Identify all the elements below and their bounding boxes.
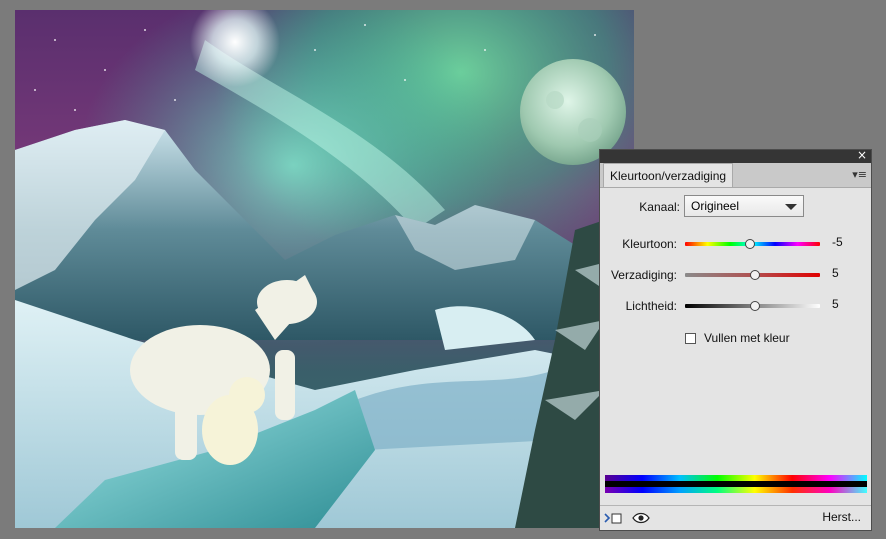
colorize-label[interactable]: Vullen met kleur (704, 331, 790, 345)
hue-slider-thumb[interactable] (744, 239, 755, 249)
lightness-slider-thumb[interactable] (750, 301, 761, 311)
channel-dropdown[interactable]: Origineel (684, 195, 804, 217)
tab-hue-saturation[interactable]: Kleurtoon/verzadiging (603, 163, 734, 187)
clip-to-layer-icon[interactable] (604, 512, 622, 524)
hue-label: Kleurtoon: (622, 237, 677, 251)
output-spectrum-bar (605, 487, 867, 493)
lightness-value[interactable]: 5 (832, 297, 839, 311)
document-canvas[interactable] (15, 10, 634, 528)
lightness-label: Lichtheid: (625, 299, 677, 313)
hue-value[interactable]: -5 (832, 235, 843, 249)
channel-label: Kanaal: (639, 200, 680, 214)
colorize-checkbox[interactable] (685, 333, 696, 344)
close-icon[interactable]: × (857, 148, 867, 162)
artwork-image (15, 10, 634, 528)
panel-bottom-bar: Herst... (600, 505, 871, 530)
panel-title-bar[interactable]: × (600, 148, 871, 163)
saturation-slider-thumb[interactable] (750, 270, 761, 280)
panel-tab-row: Kleurtoon/verzadiging ▾≡ (600, 163, 871, 188)
chevron-down-icon (785, 204, 797, 210)
saturation-label: Verzadiging: (610, 268, 677, 282)
channel-value: Origineel (691, 199, 740, 213)
saturation-value[interactable]: 5 (832, 266, 839, 280)
visibility-eye-icon[interactable] (632, 512, 650, 524)
hue-saturation-panel: × Kleurtoon/verzadiging ▾≡ Kanaal: Origi… (599, 148, 872, 531)
panel-menu-icon[interactable]: ▾≡ (852, 168, 867, 181)
reset-button[interactable]: Herst... (822, 510, 861, 524)
